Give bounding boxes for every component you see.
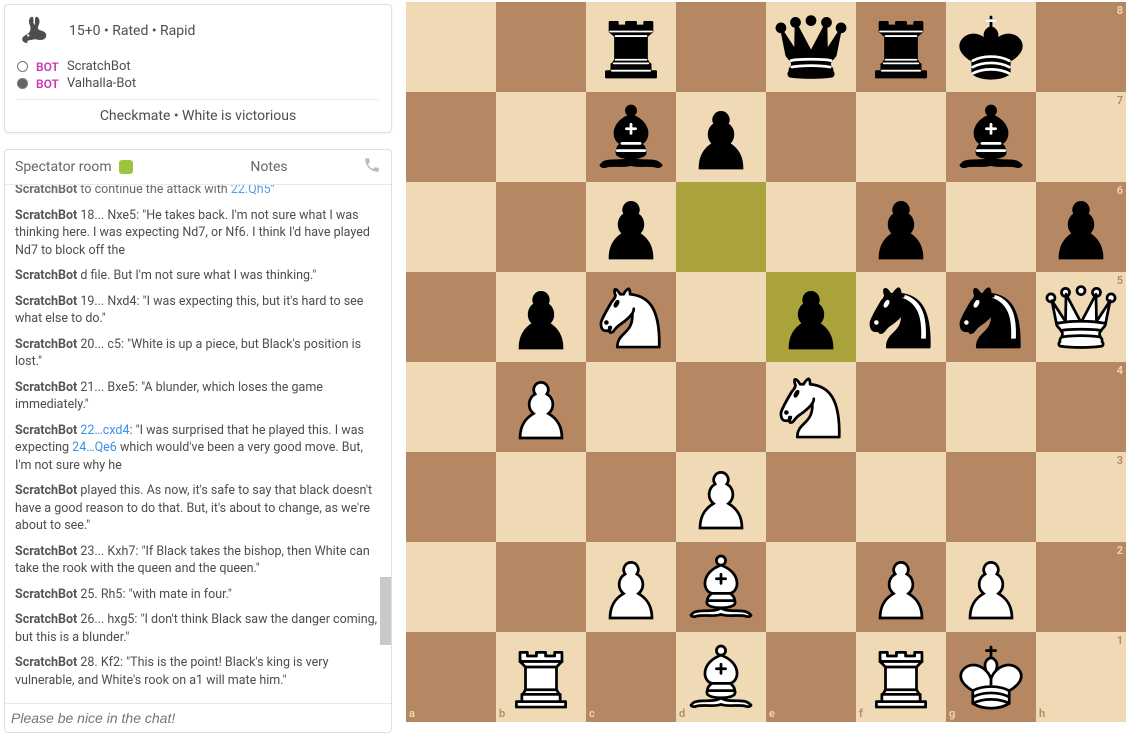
square-b8[interactable]: [496, 2, 586, 92]
piece-wn-c5[interactable]: [586, 272, 676, 362]
square-a2[interactable]: [406, 542, 496, 632]
piece-bb-g7[interactable]: [946, 92, 1036, 182]
square-e7[interactable]: [766, 92, 856, 182]
piece-wp-f2[interactable]: [856, 542, 946, 632]
square-c4[interactable]: [586, 362, 676, 452]
square-e1[interactable]: e: [766, 632, 856, 722]
piece-bp-e5[interactable]: [766, 272, 856, 362]
piece-wn-e4[interactable]: [766, 362, 856, 452]
square-a5[interactable]: [406, 272, 496, 362]
piece-bp-f6[interactable]: [856, 182, 946, 272]
black-player-row[interactable]: BOT Valhalla-Bot: [17, 76, 379, 91]
chat-message: ScratchBot 19... Nxd4: "I was expecting …: [15, 293, 381, 328]
square-b2[interactable]: [496, 542, 586, 632]
piece-bn-f5[interactable]: [856, 272, 946, 362]
piece-wk-g1[interactable]: [946, 632, 1036, 722]
piece-bp-h6[interactable]: [1036, 182, 1126, 272]
chat-message: ScratchBot to continue the attack with 2…: [15, 185, 381, 199]
square-e3[interactable]: [766, 452, 856, 542]
square-g4[interactable]: [946, 362, 1036, 452]
square-d4[interactable]: [676, 362, 766, 452]
square-d6[interactable]: [676, 182, 766, 272]
chess-board[interactable]: 8765432abcdefg1h: [406, 2, 1126, 722]
phone-icon[interactable]: [357, 150, 391, 184]
square-d5[interactable]: [676, 272, 766, 362]
square-h1[interactable]: 1h: [1036, 632, 1126, 722]
chat-message: ScratchBot 21... Bxe5: "A blunder, which…: [15, 379, 381, 414]
piece-bp-c6[interactable]: [586, 182, 676, 272]
chat-message: ScratchBot played this. As now, it's saf…: [15, 482, 381, 535]
piece-wq-h5[interactable]: [1036, 272, 1126, 362]
square-b7[interactable]: [496, 92, 586, 182]
square-h2[interactable]: 2: [1036, 542, 1126, 632]
game-result: Checkmate • White is victorious: [17, 99, 379, 124]
square-a8[interactable]: [406, 2, 496, 92]
square-a6[interactable]: [406, 182, 496, 272]
white-player-row[interactable]: BOT ScratchBot: [17, 59, 379, 74]
piece-wr-b1[interactable]: [496, 632, 586, 722]
piece-bq-e8[interactable]: [766, 2, 856, 92]
square-a4[interactable]: [406, 362, 496, 452]
piece-br-c8[interactable]: [586, 2, 676, 92]
chat-message: ScratchBot 22…cxd4: "I was surprised tha…: [15, 422, 381, 475]
piece-bk-g8[interactable]: [946, 2, 1036, 92]
piece-bp-b5[interactable]: [496, 272, 586, 362]
square-g6[interactable]: [946, 182, 1036, 272]
square-a7[interactable]: [406, 92, 496, 182]
rapid-icon: [17, 13, 53, 49]
square-f7[interactable]: [856, 92, 946, 182]
piece-wp-d3[interactable]: [676, 452, 766, 542]
chat-message: ScratchBot 18... Nxe5: "He takes back. I…: [15, 207, 381, 260]
square-h8[interactable]: 8: [1036, 2, 1126, 92]
piece-wp-g2[interactable]: [946, 542, 1036, 632]
piece-bn-g5[interactable]: [946, 272, 1036, 362]
tab-notes[interactable]: Notes: [181, 152, 357, 182]
chat-message: ScratchBot 28. Kf2: "This is the point! …: [15, 654, 381, 689]
square-h4[interactable]: 4: [1036, 362, 1126, 452]
white-player-name: ScratchBot: [67, 59, 131, 74]
square-c3[interactable]: [586, 452, 676, 542]
piece-wp-c2[interactable]: [586, 542, 676, 632]
square-d8[interactable]: [676, 2, 766, 92]
square-f3[interactable]: [856, 452, 946, 542]
piece-wp-b4[interactable]: [496, 362, 586, 452]
square-c1[interactable]: c: [586, 632, 676, 722]
square-b6[interactable]: [496, 182, 586, 272]
square-f4[interactable]: [856, 362, 946, 452]
chat-panel: Spectator room Notes ScratchBot to conti…: [4, 149, 392, 733]
piece-bb-c7[interactable]: [586, 92, 676, 182]
square-g3[interactable]: [946, 452, 1036, 542]
square-h3[interactable]: 3: [1036, 452, 1126, 542]
piece-br-f8[interactable]: [856, 2, 946, 92]
chat-message: ScratchBot d file. But I'm not sure what…: [15, 267, 381, 285]
game-title: 15+0 • Rated • Rapid: [69, 23, 195, 39]
piece-bp-d7[interactable]: [676, 92, 766, 182]
bot-label: BOT: [36, 60, 59, 74]
chat-message: ScratchBot 23... Kxh7: "If Black takes t…: [15, 543, 381, 578]
chat-input[interactable]: [11, 708, 385, 728]
tab-spectator-room[interactable]: Spectator room: [5, 152, 181, 182]
square-e6[interactable]: [766, 182, 856, 272]
chat-messages[interactable]: ScratchBot to continue the attack with 2…: [5, 185, 391, 703]
piece-wr-f1[interactable]: [856, 632, 946, 722]
chat-message: ScratchBot 26... hxg5: "I don't think Bl…: [15, 611, 381, 646]
presence-dot-icon: [119, 160, 133, 174]
black-circle-icon: [17, 78, 28, 89]
square-b3[interactable]: [496, 452, 586, 542]
piece-wb-d1[interactable]: [676, 632, 766, 722]
game-info-card: 15+0 • Rated • Rapid BOT ScratchBot BOT …: [4, 4, 392, 133]
piece-wb-d2[interactable]: [676, 542, 766, 632]
square-a3[interactable]: [406, 452, 496, 542]
chat-message: ScratchBot 25. Rh5: "with mate in four.": [15, 586, 381, 604]
square-a1[interactable]: a: [406, 632, 496, 722]
white-circle-icon: [17, 61, 28, 72]
scrollbar-thumb[interactable]: [380, 577, 391, 645]
bot-label: BOT: [36, 77, 59, 91]
chat-message: ScratchBot 20... c5: "White is up a piec…: [15, 336, 381, 371]
square-h7[interactable]: 7: [1036, 92, 1126, 182]
square-e2[interactable]: [766, 542, 856, 632]
black-player-name: Valhalla-Bot: [67, 76, 136, 91]
